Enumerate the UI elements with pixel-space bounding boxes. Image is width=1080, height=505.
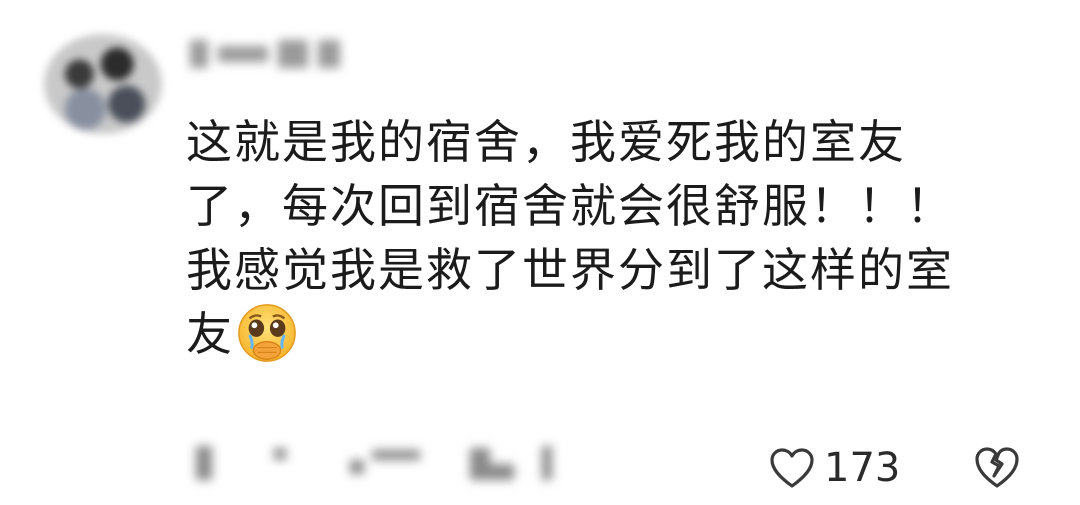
avatar[interactable] xyxy=(44,34,162,134)
comment-line: 这就是我的宿舍，我爱死我的室友 xyxy=(186,115,906,169)
comment-line-text: 友 xyxy=(186,307,234,361)
broken-heart-icon xyxy=(975,447,1019,488)
pleading-face-emoji-icon xyxy=(238,304,296,362)
dislike-button[interactable] xyxy=(972,444,1022,490)
comment-line: 友 xyxy=(186,302,1046,366)
like-count: 173 xyxy=(824,445,901,491)
comment-line: 了，每次回到宿舍就会很舒服！！！ xyxy=(186,179,954,233)
heart-outline-icon xyxy=(770,448,814,488)
comment-text: 这就是我的宿舍，我爱死我的室友 了，每次回到宿舍就会很舒服！！！ 我感觉我是救了… xyxy=(186,110,1046,366)
comment-meta-blurred xyxy=(190,440,570,486)
username-blurred[interactable] xyxy=(190,40,360,74)
like-button[interactable]: 173 xyxy=(768,444,900,492)
comment-line: 我感觉我是救了世界分到了这样的室 xyxy=(186,243,954,297)
